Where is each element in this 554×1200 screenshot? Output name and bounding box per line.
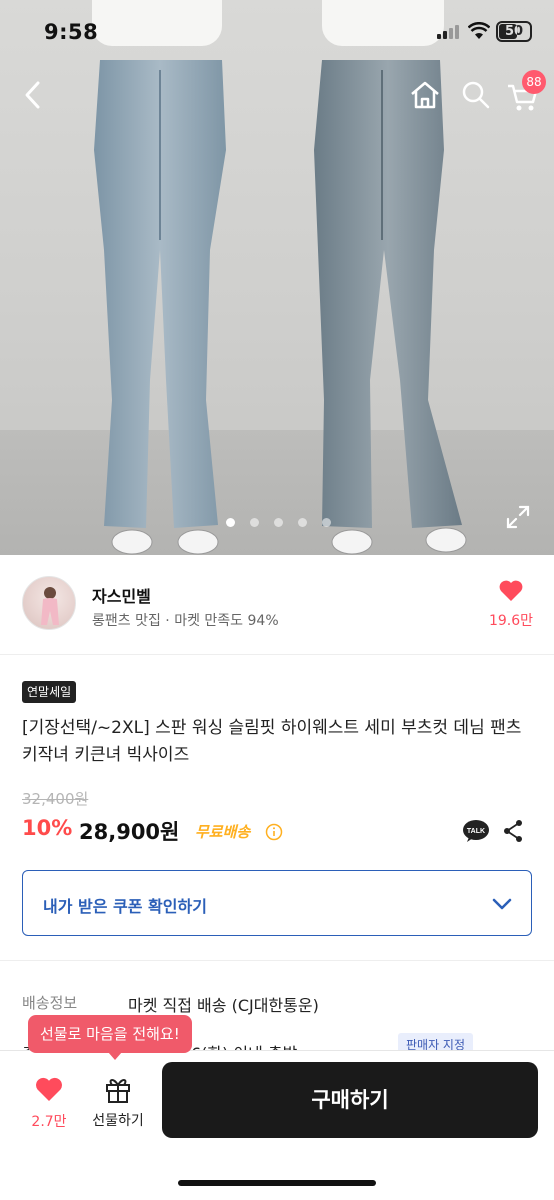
heart-icon [36, 1077, 62, 1101]
cart-count-badge: 88 [522, 70, 546, 94]
seller-name[interactable]: 자스민벨 [92, 583, 151, 607]
battery-icon: 50 [496, 21, 532, 42]
gallery-dot[interactable] [322, 518, 331, 527]
svg-text:TALK: TALK [467, 828, 485, 835]
shipping-label: 배송정보 [22, 994, 78, 1012]
status-bar: 9:58 50 [0, 0, 554, 66]
buy-button[interactable]: 구매하기 [162, 1062, 538, 1138]
gift-tooltip[interactable]: 선물로 마음을 전해요! [28, 1015, 192, 1060]
wifi-icon [468, 22, 490, 39]
coupon-check-button[interactable]: 내가 받은 쿠폰 확인하기 [22, 870, 532, 936]
heart-icon[interactable] [498, 579, 524, 603]
battery-level: 50 [504, 24, 524, 39]
gallery-dots [226, 518, 331, 527]
seller-like-count: 19.6만 [488, 613, 534, 629]
seller-subtitle: 롱팬츠 맛집 · 마켓 만족도 94% [92, 613, 279, 629]
search-icon[interactable] [459, 78, 493, 112]
status-time: 9:58 [44, 20, 99, 44]
seller-section[interactable]: 자스민벨 롱팬츠 맛집 · 마켓 만족도 94% 19.6만 [0, 555, 554, 655]
sale-badge: 연말세일 [22, 681, 77, 703]
gallery-dot[interactable] [226, 518, 235, 527]
info-icon[interactable] [265, 823, 283, 841]
original-price: 32,400원 [22, 790, 89, 808]
gallery-dot[interactable] [250, 518, 259, 527]
sale-price: 28,900원 [79, 820, 180, 844]
back-icon[interactable] [20, 78, 50, 112]
free-shipping-badge: 무료배송 [195, 823, 251, 841]
product-title: [기장선택/~2XL] 스판 워싱 슬림핏 하이웨스트 세미 부츠컷 데님 팬츠… [22, 718, 522, 765]
cellular-signal-icon [437, 25, 459, 39]
avatar[interactable] [22, 576, 76, 630]
gift-button[interactable]: 선물하기 [88, 1074, 148, 1130]
shipping-value: 마켓 직접 배송 (CJ대한통운) [128, 996, 319, 1015]
like-count: 2.7만 [31, 1114, 67, 1130]
share-icon[interactable] [502, 819, 524, 843]
discount-rate: 10% [22, 816, 73, 840]
expand-icon[interactable] [505, 504, 531, 530]
gift-label: 선물하기 [92, 1113, 144, 1129]
home-indicator [178, 1180, 376, 1186]
like-button[interactable]: 2.7만 [22, 1076, 76, 1131]
talk-icon[interactable]: TALK [462, 819, 490, 843]
coupon-label: 내가 받은 쿠폰 확인하기 [43, 897, 207, 916]
section-divider [0, 960, 554, 961]
gallery-dot[interactable] [274, 518, 283, 527]
gallery-dot[interactable] [298, 518, 307, 527]
avatar-image [41, 587, 59, 625]
home-icon[interactable] [408, 78, 442, 112]
chevron-down-icon [492, 898, 512, 910]
gift-icon [106, 1079, 130, 1103]
